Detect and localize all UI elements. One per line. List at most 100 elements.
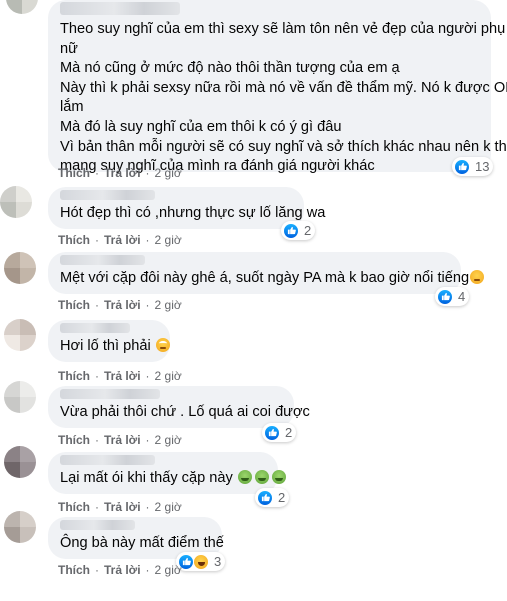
comment-line: Hót đẹp thì có ,nhưng thực sự lố lăng wa — [60, 205, 326, 221]
comment-text: Hót đẹp thì có ,nhưng thực sự lố lăng wa — [60, 204, 326, 224]
comment-actions: Thích · Trả lời · 2 giờ — [58, 369, 182, 383]
comment-line: nữ — [60, 40, 78, 57]
reaction-count: 4 — [458, 289, 466, 304]
avatar[interactable] — [4, 381, 36, 413]
like-reaction-icon — [264, 424, 280, 441]
reaction-summary[interactable]: 2 — [255, 488, 290, 507]
reaction-summary[interactable]: 3 — [176, 552, 226, 571]
separator-dot: · — [95, 563, 99, 577]
avatar[interactable] — [4, 446, 36, 478]
reply-button[interactable]: Trả lời — [104, 433, 141, 447]
reply-button[interactable]: Trả lời — [104, 369, 141, 383]
like-reaction-icon — [283, 222, 299, 239]
like-reaction-icon — [257, 489, 273, 506]
avatar[interactable] — [4, 511, 36, 543]
commenter-name-blurred[interactable] — [60, 2, 180, 15]
comment-text: Mệt với cặp đôi này ghê á, suốt ngày PA … — [60, 269, 485, 289]
commenter-name-blurred[interactable] — [60, 389, 160, 399]
comment-actions: Thích · Trả lời · 2 giờ — [58, 233, 182, 247]
avatar[interactable] — [4, 252, 36, 284]
comment-bubble: Hơi lố thì phải — [48, 320, 170, 362]
like-button[interactable]: Thích — [58, 166, 90, 180]
comment-time[interactable]: 2 giờ — [155, 298, 182, 312]
reaction-summary[interactable]: 4 — [435, 287, 470, 306]
avatar[interactable] — [4, 319, 36, 351]
like-button[interactable]: Thích — [58, 563, 90, 577]
reply-button[interactable]: Trả lời — [104, 563, 141, 577]
separator-dot: · — [95, 233, 99, 247]
like-reaction-icon — [437, 288, 453, 305]
reply-button[interactable]: Trả lời — [104, 298, 141, 312]
comment-line: Lại mất ói khi thấy cặp này — [60, 469, 286, 489]
comment-time[interactable]: 2 giờ — [155, 166, 182, 180]
comment-line: Vừa phải thôi chứ . Lố quá ai coi được — [60, 404, 310, 420]
nauseated-face-icon — [271, 470, 286, 484]
comment-line: Này thì k phải sexsy nữa rồi mà nó về vấ… — [60, 79, 507, 96]
reaction-count: 3 — [214, 554, 222, 569]
like-button[interactable]: Thích — [58, 298, 90, 312]
separator-dot: · — [145, 500, 150, 514]
comment-text: Theo suy nghĩ của em thì sexy sẽ làm tôn… — [60, 20, 507, 177]
commenter-name-blurred[interactable] — [60, 323, 130, 333]
separator-dot: · — [145, 166, 150, 180]
comment-text: Hơi lố thì phải — [60, 337, 170, 357]
comment-actions: Thích · Trả lời · 2 giờ — [58, 500, 182, 514]
reaction-summary[interactable]: 13 — [452, 157, 494, 176]
comment-bubble: Vừa phải thôi chứ . Lố quá ai coi được — [48, 386, 310, 428]
like-button[interactable]: Thích — [58, 500, 90, 514]
reply-button[interactable]: Trả lời — [104, 500, 141, 514]
comment-actions: Thích · Trả lời · 2 giờ — [58, 166, 182, 180]
comment-line: Theo suy nghĩ của em thì sexy sẽ làm tôn… — [60, 21, 506, 37]
comment-time[interactable]: 2 giờ — [155, 433, 182, 447]
reaction-count: 13 — [475, 159, 490, 174]
haha-reaction-icon — [193, 553, 209, 570]
reaction-count: 2 — [285, 425, 293, 440]
commenter-name-blurred[interactable] — [60, 255, 145, 265]
comment-line: Hơi lố thì phải — [60, 337, 170, 357]
commenter-name-blurred[interactable] — [60, 190, 155, 200]
comment-bubble: Lại mất ói khi thấy cặp này — [48, 452, 286, 494]
comment-bubble: Hót đẹp thì có ,nhưng thực sự lố lăng wa — [48, 187, 326, 229]
avatar[interactable] — [0, 186, 32, 218]
comment-line: Vì bản thân mỗi người sẽ có suy nghĩ và … — [60, 138, 507, 155]
separator-dot: · — [95, 166, 99, 180]
commenter-name-blurred[interactable] — [60, 520, 135, 530]
comment-text: Lại mất ói khi thấy cặp này — [60, 469, 286, 489]
comment-line: Ông bà này mất điểm thế — [60, 535, 224, 551]
comment-line: lắm — [60, 99, 84, 116]
comment-line: Mà nó cũng ở mức độ nào thôi thần tượng … — [60, 60, 400, 77]
nauseated-face-icon — [237, 470, 252, 484]
comment-time[interactable]: 2 giờ — [155, 500, 182, 514]
separator-dot: · — [145, 563, 150, 577]
avatar[interactable] — [6, 0, 38, 14]
separator-dot: · — [95, 369, 99, 383]
reply-button[interactable]: Trả lời — [104, 233, 141, 247]
separator-dot: · — [145, 298, 150, 312]
separator-dot: · — [145, 433, 150, 447]
separator-dot: · — [145, 233, 150, 247]
nauseated-face-icon — [254, 470, 269, 484]
reply-button[interactable]: Trả lời — [104, 166, 141, 180]
shy-face-icon — [470, 270, 485, 284]
comment-actions: Thích · Trả lời · 2 giờ — [58, 298, 182, 312]
like-button[interactable]: Thích — [58, 233, 90, 247]
comment-line: Mệt với cặp đôi này ghê á, suốt ngày PA … — [60, 269, 485, 289]
separator-dot: · — [95, 298, 99, 312]
like-reaction-icon — [454, 158, 470, 175]
separator-dot: · — [95, 433, 99, 447]
reaction-count: 2 — [278, 490, 286, 505]
comment-text: Vừa phải thôi chứ . Lố quá ai coi được — [60, 403, 310, 423]
reaction-summary[interactable]: 2 — [262, 423, 297, 442]
like-button[interactable]: Thích — [58, 433, 90, 447]
like-button[interactable]: Thích — [58, 369, 90, 383]
comment-time[interactable]: 2 giờ — [155, 563, 182, 577]
eye-roll-face-icon — [155, 338, 170, 352]
comment-bubble: Theo suy nghĩ của em thì sexy sẽ làm tôn… — [48, 0, 507, 174]
reaction-count: 2 — [304, 223, 312, 238]
comment-line: Mà đó là suy nghĩ của em thôi k có ý gì … — [60, 118, 342, 135]
comment-time[interactable]: 2 giờ — [155, 369, 182, 383]
reaction-summary[interactable]: 2 — [281, 221, 316, 240]
comment-time[interactable]: 2 giờ — [155, 233, 182, 247]
comment-bubble: Mệt với cặp đôi này ghê á, suốt ngày PA … — [48, 252, 485, 294]
commenter-name-blurred[interactable] — [60, 455, 155, 465]
